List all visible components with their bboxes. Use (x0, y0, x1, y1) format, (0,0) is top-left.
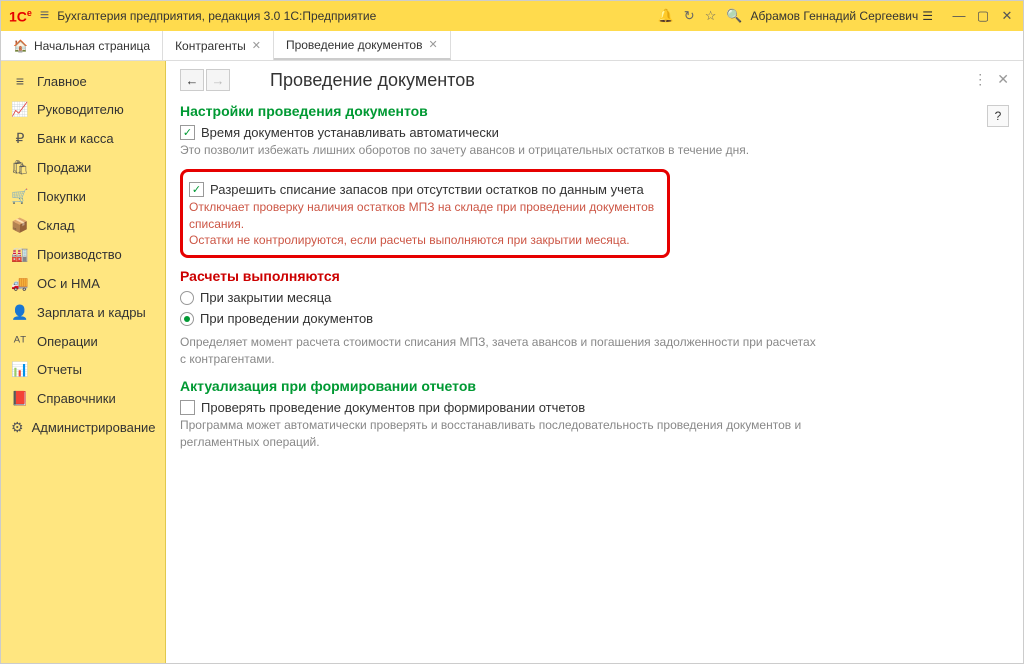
maximize-button[interactable]: ▢ (975, 8, 991, 24)
sidebar-item-production[interactable]: 🏭Производство (1, 240, 165, 269)
highlighted-setting: Разрешить списание запасов при отсутстви… (180, 169, 670, 258)
dtkt-icon: ᴬᵀ (11, 333, 29, 349)
section-title-actualization: Актуализация при формировании отчетов (180, 378, 1009, 394)
app-title: Бухгалтерия предприятия, редакция 3.0 1С… (57, 9, 649, 23)
page-title: Проведение документов (270, 70, 475, 91)
sidebar-item-admin[interactable]: ⚙Администрирование (1, 413, 165, 442)
sidebar-item-operations[interactable]: ᴬᵀОперации (1, 327, 165, 355)
close-icon[interactable]: ✕ (252, 39, 261, 52)
tabs-bar: 🏠 Начальная страница Контрагенты ✕ Прове… (1, 31, 1023, 61)
gear-icon: ⚙ (11, 419, 24, 436)
label-on-month-close: При закрытии месяца (200, 290, 331, 305)
hint-allow-writeoff-2: Остатки не контролируются, если расчеты … (189, 232, 659, 249)
user-name: Абрамов Геннадий Сергеевич (751, 9, 919, 23)
tab-home[interactable]: 🏠 Начальная страница (1, 31, 163, 60)
bars-icon: 📊 (11, 361, 29, 378)
cart-icon: 🛒 (11, 188, 29, 205)
titlebar: 1Ce ≡ Бухгалтерия предприятия, редакция … (1, 1, 1023, 31)
main-menu-icon[interactable]: ≡ (40, 7, 49, 25)
main-area: ← → Проведение документов ⋮ ✕ ? Настройк… (166, 61, 1023, 663)
sidebar-item-main[interactable]: ≡Главное (1, 67, 165, 95)
label-verify-reports: Проверять проведение документов при форм… (201, 400, 585, 415)
ruble-icon: ₽ (11, 130, 29, 147)
user-menu[interactable]: Абрамов Геннадий Сергеевич ☰ (751, 9, 933, 23)
checkbox-auto-time[interactable] (180, 125, 195, 140)
bell-icon[interactable]: 🔔 (658, 8, 674, 24)
label-auto-time: Время документов устанавливать автоматич… (201, 125, 499, 140)
section-title-calc: Расчеты выполняются (180, 268, 1009, 284)
chart-icon: 📈 (11, 101, 29, 118)
forward-button[interactable]: → (206, 69, 230, 91)
help-button[interactable]: ? (987, 105, 1009, 127)
hint-verify-reports: Программа может автоматически проверять … (180, 417, 820, 451)
hint-calc: Определяет момент расчета стоимости спис… (180, 334, 820, 368)
content: Настройки проведения документов Время до… (166, 97, 1023, 663)
tab-document-posting[interactable]: Проведение документов ✕ (274, 31, 451, 60)
section-title-settings: Настройки проведения документов (180, 103, 1009, 119)
home-icon: 🏠 (13, 39, 28, 53)
checkbox-verify-reports[interactable] (180, 400, 195, 415)
book-icon: 📕 (11, 390, 29, 407)
truck-icon: 🚚 (11, 275, 29, 292)
logo-icon: 1Ce (9, 8, 32, 25)
sidebar-item-catalogs[interactable]: 📕Справочники (1, 384, 165, 413)
close-icon[interactable]: ✕ (428, 38, 437, 51)
label-allow-writeoff: Разрешить списание запасов при отсутстви… (210, 182, 644, 197)
star-icon[interactable]: ☆ (705, 8, 717, 24)
more-icon[interactable]: ⋮ (973, 71, 987, 88)
titlebar-actions: 🔔 ↻ ☆ 🔍 (658, 8, 743, 24)
hint-auto-time: Это позволит избежать лишних оборотов по… (180, 142, 820, 159)
close-window-button[interactable]: ✕ (999, 8, 1015, 24)
sidebar: ≡Главное 📈Руководителю ₽Банк и касса 🛍Пр… (1, 61, 166, 663)
sidebar-item-sales[interactable]: 🛍Продажи (1, 153, 165, 182)
search-icon[interactable]: 🔍 (726, 8, 742, 24)
user-settings-icon: ☰ (922, 9, 933, 23)
tab-counterparties[interactable]: Контрагенты ✕ (163, 31, 274, 60)
box-icon: 📦 (11, 217, 29, 234)
sidebar-item-bank[interactable]: ₽Банк и касса (1, 124, 165, 153)
history-icon[interactable]: ↻ (684, 8, 695, 24)
bag-icon: 🛍 (11, 159, 29, 176)
person-icon: 👤 (11, 304, 29, 321)
label-on-posting: При проведении документов (200, 311, 373, 326)
sidebar-item-salary[interactable]: 👤Зарплата и кадры (1, 298, 165, 327)
sidebar-item-manager[interactable]: 📈Руководителю (1, 95, 165, 124)
sidebar-item-assets[interactable]: 🚚ОС и НМА (1, 269, 165, 298)
radio-on-posting[interactable] (180, 312, 194, 326)
factory-icon: 🏭 (11, 246, 29, 263)
radio-on-month-close[interactable] (180, 291, 194, 305)
main-header: ← → Проведение документов (166, 61, 1023, 97)
hint-allow-writeoff-1: Отключает проверку наличия остатков МПЗ … (189, 199, 659, 233)
back-button[interactable]: ← (180, 69, 204, 91)
window-controls: — ▢ ✕ (951, 8, 1015, 24)
home-icon: ≡ (11, 73, 29, 89)
sidebar-item-reports[interactable]: 📊Отчеты (1, 355, 165, 384)
checkbox-allow-writeoff[interactable] (189, 182, 204, 197)
close-panel-button[interactable]: ✕ (997, 71, 1009, 88)
sidebar-item-purchases[interactable]: 🛒Покупки (1, 182, 165, 211)
sidebar-item-warehouse[interactable]: 📦Склад (1, 211, 165, 240)
minimize-button[interactable]: — (951, 8, 967, 24)
